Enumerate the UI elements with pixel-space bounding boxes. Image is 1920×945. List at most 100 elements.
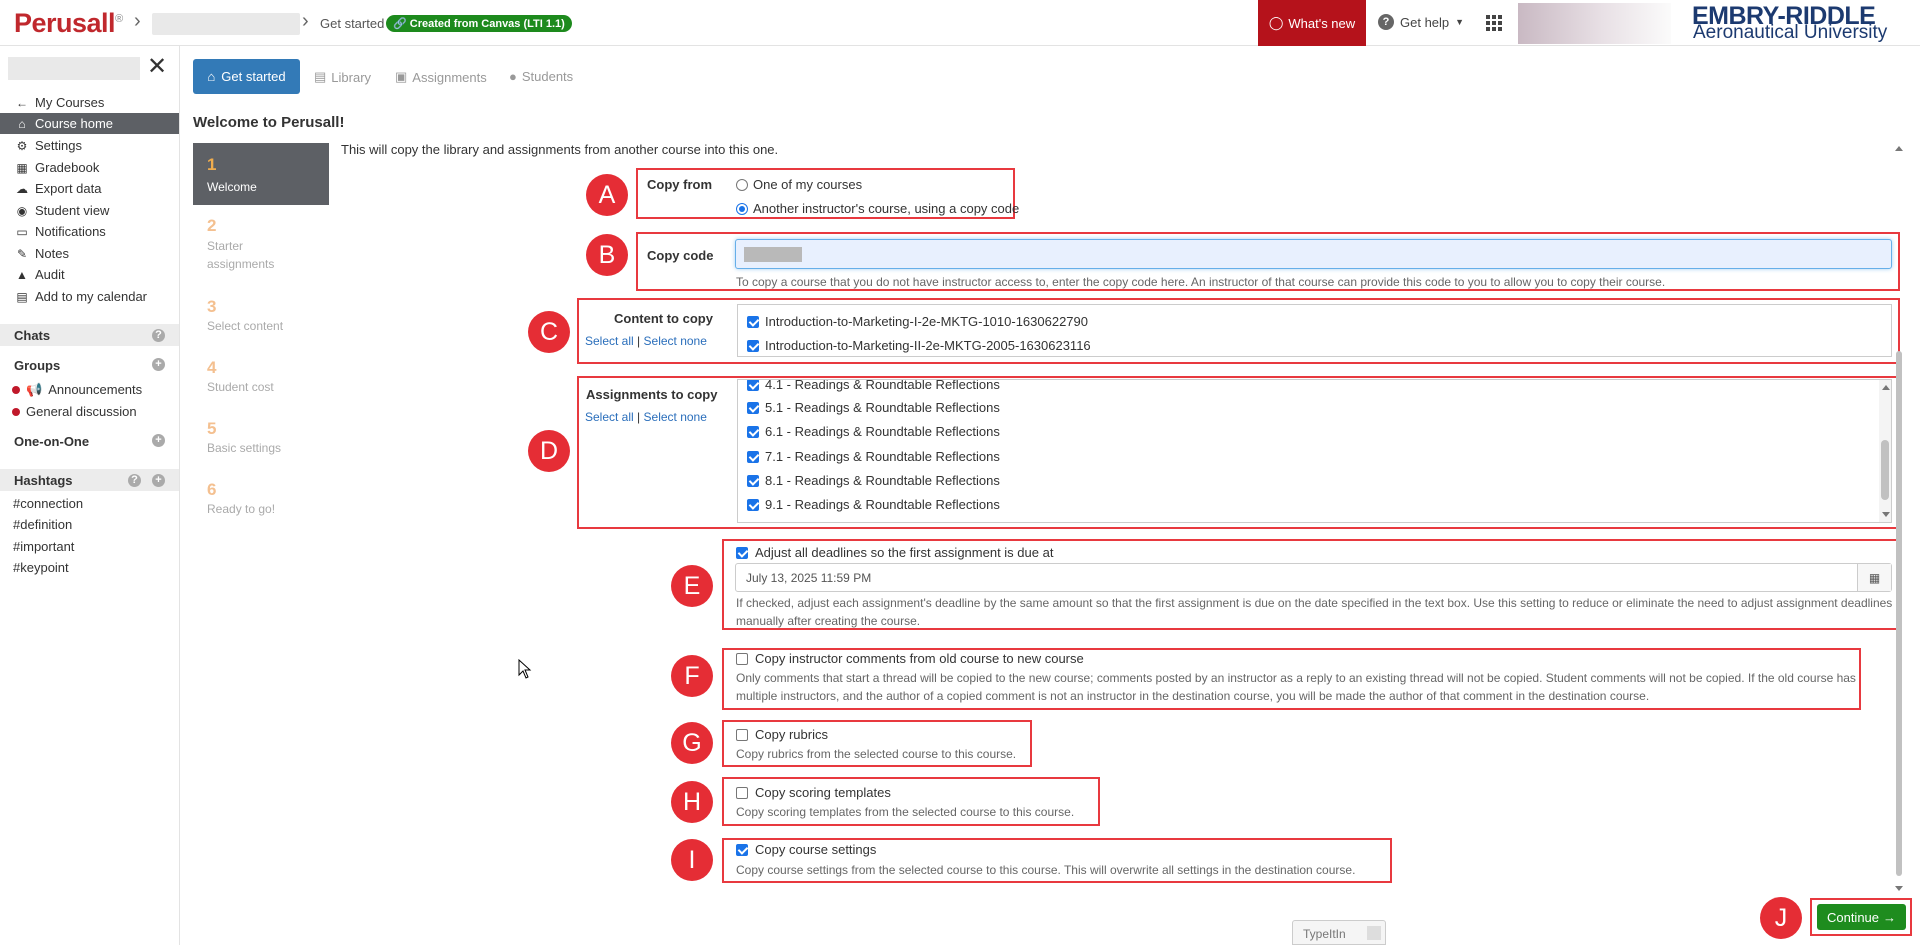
adjust-deadlines-option[interactable]: Adjust all deadlines so the first assign… <box>736 545 1053 560</box>
adjust-deadlines-checkbox[interactable] <box>736 546 748 559</box>
page-scrollbar[interactable] <box>1893 146 1905 891</box>
scroll-thumb[interactable] <box>1881 440 1889 500</box>
copy-code-help: To copy a course that you do not have in… <box>736 275 1666 289</box>
copy-rubrics-checkbox[interactable] <box>736 728 748 741</box>
hashtag-item[interactable]: #connection <box>13 496 83 511</box>
assignment-item[interactable]: 8.1 - Readings & Roundtable Reflections <box>747 473 1000 488</box>
breadcrumb-course-name[interactable] <box>152 13 300 35</box>
select-all-link[interactable]: Select all <box>585 410 634 424</box>
arrow-left-icon: ← <box>16 95 28 110</box>
sidebar-item-export-data[interactable]: ☁ Export data <box>0 178 179 199</box>
add-one-on-one-icon[interactable]: + <box>152 434 165 447</box>
assignments-list[interactable]: 4.1 - Readings & Roundtable Reflections … <box>737 379 1892 523</box>
book-icon: ▤ <box>314 69 327 84</box>
step-student-cost[interactable]: 4 Student cost <box>207 358 274 394</box>
copy-scoring-checkbox[interactable] <box>736 786 748 799</box>
content-item[interactable]: Introduction-to-Marketing-II-2e-MKTG-200… <box>747 338 1091 353</box>
sidebar-item-course-home[interactable]: ⌂ Course home <box>0 113 179 134</box>
sidebar-item-settings[interactable]: ⚙ Settings <box>0 135 179 156</box>
copy-scoring-option[interactable]: Copy scoring templates <box>736 785 891 800</box>
content-item[interactable]: Introduction-to-Marketing-I-2e-MKTG-1010… <box>747 314 1088 329</box>
tab-students[interactable]: ● Students <box>509 69 573 84</box>
inbox-icon: ▭ <box>16 224 28 239</box>
copy-comments-checkbox[interactable] <box>736 652 748 665</box>
apps-grid-icon[interactable] <box>1486 15 1502 31</box>
close-icon[interactable]: ✕ <box>147 52 167 81</box>
sidebar-item-audit[interactable]: ▲ Audit <box>0 264 179 285</box>
copy-settings-checkbox[interactable] <box>736 843 748 856</box>
chats-help-icon[interactable]: ? <box>152 329 165 342</box>
group-item-general-discussion[interactable]: General discussion <box>12 402 137 421</box>
step-basic-settings[interactable]: 5 Basic settings <box>207 419 281 455</box>
assignment-item[interactable]: 6.1 - Readings & Roundtable Reflections <box>747 424 1000 439</box>
marker-a: A <box>586 174 628 216</box>
sidebar-item-student-view[interactable]: ◉ Student view <box>0 200 179 221</box>
copy-settings-help: Copy course settings from the selected c… <box>736 863 1356 877</box>
chevron-right-icon: › <box>134 10 141 32</box>
whats-new-button[interactable]: ◯ What's new <box>1258 0 1366 46</box>
checkbox[interactable] <box>747 474 759 487</box>
content-to-copy-label: Content to copy <box>614 311 713 326</box>
group-item-announcements[interactable]: 📢 Announcements <box>12 380 142 399</box>
radio-button[interactable] <box>736 202 748 215</box>
step-ready[interactable]: 6 Ready to go! <box>207 480 275 516</box>
scroll-thumb[interactable] <box>1896 351 1902 876</box>
sidebar-item-gradebook[interactable]: ▦ Gradebook <box>0 157 179 178</box>
select-all-link[interactable]: Select all <box>585 334 634 348</box>
tab-library[interactable]: ▤ Library <box>314 69 371 85</box>
sidebar-item-my-courses[interactable]: ← My Courses <box>0 92 179 113</box>
hashtag-item[interactable]: #keypoint <box>13 560 69 575</box>
sidebar-item-notifications[interactable]: ▭ Notifications <box>0 221 179 242</box>
calendar-icon[interactable]: ▦ <box>1857 564 1891 591</box>
add-hashtag-icon[interactable]: + <box>152 474 165 487</box>
sidebar-item-add-to-calendar[interactable]: ▤ Add to my calendar <box>0 286 179 307</box>
scroll-down-icon[interactable] <box>1882 512 1890 517</box>
assignment-item[interactable]: 9.1 - Readings & Roundtable Reflections <box>747 497 1000 512</box>
sidebar-item-notes[interactable]: ✎ Notes <box>0 243 179 264</box>
select-none-link[interactable]: Select none <box>644 410 707 424</box>
assignment-item[interactable]: 7.1 - Readings & Roundtable Reflections <box>747 449 1000 464</box>
content-list[interactable]: Introduction-to-Marketing-I-2e-MKTG-1010… <box>737 304 1892 357</box>
step-welcome[interactable]: 1 Welcome <box>193 143 329 205</box>
hashtags-help-icon[interactable]: ? <box>128 474 141 487</box>
hashtag-item[interactable]: #important <box>13 539 74 554</box>
marker-d: D <box>528 430 570 472</box>
perusall-logo[interactable]: Perusall® <box>14 8 123 39</box>
assignment-item[interactable]: 4.1 - Readings & Roundtable Reflections <box>747 380 1000 392</box>
radio-my-courses[interactable]: One of my courses <box>736 177 862 192</box>
arrow-right-icon: → <box>1883 909 1897 925</box>
checkbox[interactable] <box>747 450 759 463</box>
typeit-widget[interactable]: TypeItIn <box>1292 920 1386 945</box>
first-due-date-input[interactable]: July 13, 2025 11:59 PM ▦ <box>735 563 1892 592</box>
scroll-up-icon[interactable] <box>1895 146 1903 151</box>
radio-button[interactable] <box>736 178 748 191</box>
scroll-up-icon[interactable] <box>1882 385 1890 390</box>
get-help-menu[interactable]: ? Get help ▼ <box>1378 14 1464 30</box>
assignment-item[interactable]: 5.1 - Readings & Roundtable Reflections <box>747 400 1000 415</box>
checkbox[interactable] <box>747 401 759 414</box>
copy-comments-option[interactable]: Copy instructor comments from old course… <box>736 651 1084 666</box>
checkbox[interactable] <box>747 339 759 352</box>
tab-get-started[interactable]: ⌂ Get started <box>193 59 300 94</box>
copy-rubrics-option[interactable]: Copy rubrics <box>736 727 828 742</box>
checkbox[interactable] <box>747 315 759 328</box>
radio-copy-code[interactable]: Another instructor's course, using a cop… <box>736 201 1019 216</box>
minimize-icon[interactable] <box>1367 926 1381 940</box>
assignments-to-copy-label: Assignments to copy <box>586 387 718 402</box>
checkbox[interactable] <box>747 498 759 511</box>
copy-settings-option[interactable]: Copy course settings <box>736 842 876 857</box>
step-starter-assignments[interactable]: 2 Starter assignments <box>207 217 287 273</box>
assignments-scrollbar[interactable] <box>1879 380 1891 522</box>
select-none-link[interactable]: Select none <box>644 334 707 348</box>
scroll-down-icon[interactable] <box>1895 886 1903 891</box>
copy-scoring-help: Copy scoring templates from the selected… <box>736 805 1075 819</box>
checkbox[interactable] <box>747 380 759 391</box>
hashtag-item[interactable]: #definition <box>13 517 72 532</box>
add-group-icon[interactable]: + <box>152 358 165 371</box>
tab-assignments[interactable]: ▣ Assignments <box>395 69 487 85</box>
copy-code-input[interactable] <box>735 239 1892 269</box>
step-select-content[interactable]: 3 Select content <box>207 297 283 333</box>
continue-button[interactable]: Continue → <box>1817 904 1906 930</box>
question-icon: ? <box>1378 14 1394 30</box>
checkbox[interactable] <box>747 425 759 438</box>
